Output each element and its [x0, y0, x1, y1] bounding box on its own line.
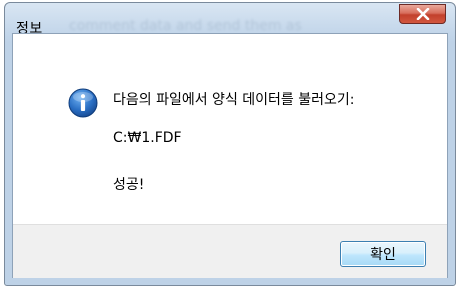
message-line-result: 성공! — [113, 177, 145, 193]
dialog-client-area: 다음의 파일에서 양식 데이터를 불러오기: C:₩1.FDF 성공! 확인 — [12, 33, 448, 278]
message-line-path: C:₩1.FDF — [113, 130, 182, 146]
button-bar: 확인 — [13, 224, 447, 278]
message-area: 다음의 파일에서 양식 데이터를 불러오기: C:₩1.FDF 성공! — [13, 34, 447, 224]
ok-button[interactable]: 확인 — [340, 241, 426, 267]
info-icon — [68, 88, 98, 118]
message-line-load: 다음의 파일에서 양식 데이터를 불러오기: — [113, 92, 355, 108]
dialog-window: 정보 comment data and send them as 다음의 파일에… — [4, 2, 456, 286]
close-button[interactable] — [399, 4, 446, 24]
close-icon — [416, 8, 429, 20]
background-window-text: comment data and send them as — [69, 18, 302, 34]
